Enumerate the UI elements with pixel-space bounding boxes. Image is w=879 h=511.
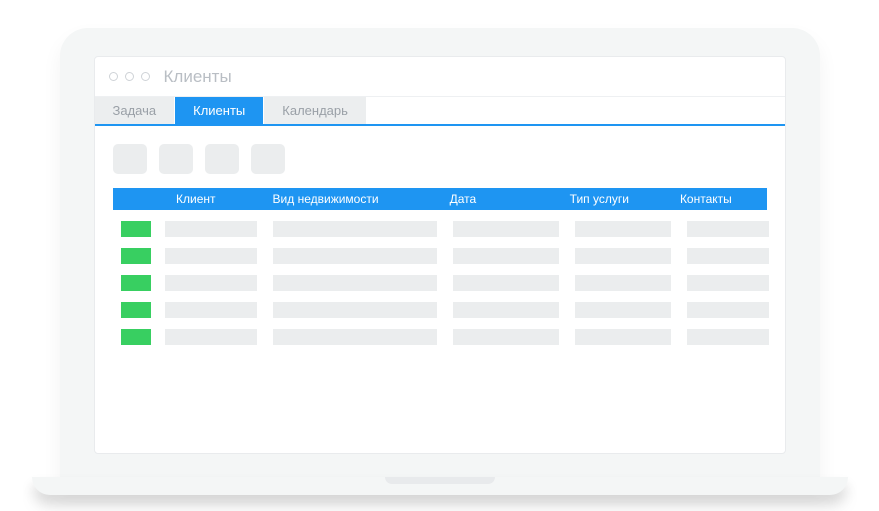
table-row[interactable]	[113, 318, 767, 345]
cell-client	[165, 329, 257, 345]
cell-client	[165, 275, 257, 291]
table-header: Клиент Вид недвижимости Дата Тип услуги …	[113, 188, 767, 210]
app-window: Клиенты Задача Клиенты Календарь Клиент …	[94, 56, 786, 454]
toolbar-button-4[interactable]	[251, 144, 285, 174]
cell-date	[453, 275, 559, 291]
cell-date	[453, 302, 559, 318]
column-contacts[interactable]: Контакты	[672, 192, 767, 206]
toolbar-button-3[interactable]	[205, 144, 239, 174]
status-badge	[121, 221, 151, 237]
cell-property-type	[273, 275, 437, 291]
status-badge	[121, 275, 151, 291]
cell-date	[453, 248, 559, 264]
cell-property-type	[273, 221, 437, 237]
cell-date	[453, 329, 559, 345]
window-controls	[109, 72, 150, 81]
cell-client	[165, 302, 257, 318]
toolbar-button-1[interactable]	[113, 144, 147, 174]
window-titlebar: Клиенты	[95, 57, 785, 97]
status-badge	[121, 248, 151, 264]
laptop-base	[32, 477, 848, 495]
tab-clients[interactable]: Клиенты	[175, 97, 264, 124]
window-maximize-icon[interactable]	[141, 72, 150, 81]
table-row[interactable]	[113, 291, 767, 318]
cell-service-type	[575, 302, 671, 318]
cell-date	[453, 221, 559, 237]
cell-contacts	[687, 248, 769, 264]
cell-service-type	[575, 248, 671, 264]
cell-contacts	[687, 275, 769, 291]
tab-bar: Задача Клиенты Календарь	[95, 97, 785, 126]
table-body	[113, 210, 767, 345]
window-title: Клиенты	[164, 67, 232, 87]
clients-table: Клиент Вид недвижимости Дата Тип услуги …	[95, 188, 785, 363]
column-client[interactable]: Клиент	[156, 192, 265, 206]
cell-client	[165, 248, 257, 264]
column-date[interactable]: Дата	[442, 192, 562, 206]
window-close-icon[interactable]	[109, 72, 118, 81]
toolbar	[95, 126, 785, 188]
table-row[interactable]	[113, 264, 767, 291]
table-row[interactable]	[113, 210, 767, 237]
status-badge	[121, 302, 151, 318]
cell-contacts	[687, 302, 769, 318]
cell-service-type	[575, 329, 671, 345]
laptop-frame: Клиенты Задача Клиенты Календарь Клиент …	[60, 28, 820, 483]
cell-service-type	[575, 221, 671, 237]
cell-contacts	[687, 221, 769, 237]
status-badge	[121, 329, 151, 345]
window-minimize-icon[interactable]	[125, 72, 134, 81]
table-row[interactable]	[113, 237, 767, 264]
tab-calendar[interactable]: Календарь	[264, 97, 367, 124]
cell-service-type	[575, 275, 671, 291]
tab-task[interactable]: Задача	[95, 97, 176, 124]
column-service-type[interactable]: Тип услуги	[562, 192, 672, 206]
column-property-type[interactable]: Вид недвижимости	[265, 192, 442, 206]
cell-contacts	[687, 329, 769, 345]
cell-property-type	[273, 302, 437, 318]
cell-client	[165, 221, 257, 237]
cell-property-type	[273, 329, 437, 345]
toolbar-button-2[interactable]	[159, 144, 193, 174]
cell-property-type	[273, 248, 437, 264]
